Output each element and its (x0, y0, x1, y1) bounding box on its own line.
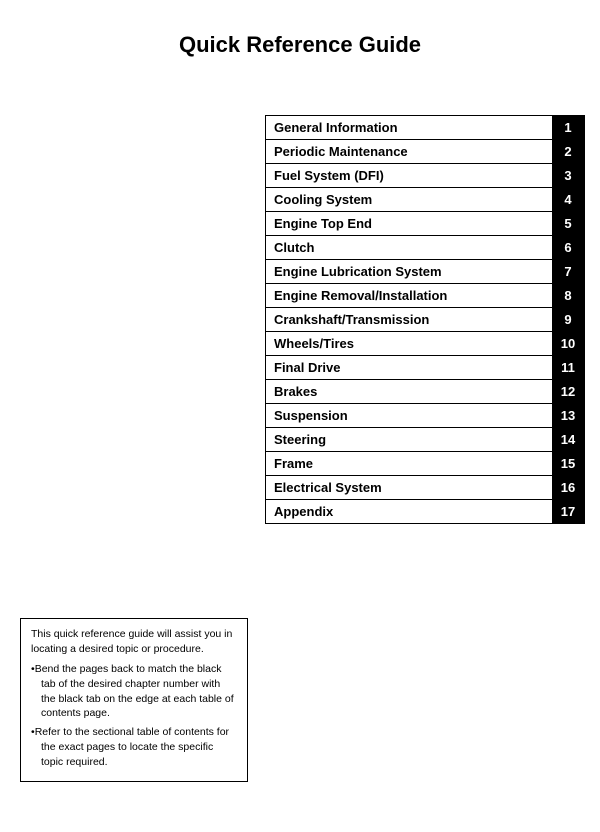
toc-label: Engine Removal/Installation (266, 284, 552, 307)
toc-number: 8 (552, 284, 584, 307)
toc-label: Fuel System (DFI) (266, 164, 552, 187)
toc-row[interactable]: Appendix17 (265, 499, 585, 524)
toc-number: 1 (552, 116, 584, 139)
toc-label: Engine Top End (266, 212, 552, 235)
toc-row[interactable]: Fuel System (DFI)3 (265, 163, 585, 188)
toc-container: General Information1Periodic Maintenance… (265, 115, 585, 523)
toc-label: Appendix (266, 500, 552, 523)
toc-number: 16 (552, 476, 584, 499)
toc-label: General Information (266, 116, 552, 139)
toc-label: Wheels/Tires (266, 332, 552, 355)
toc-number: 13 (552, 404, 584, 427)
toc-row[interactable]: Engine Top End5 (265, 211, 585, 236)
toc-row[interactable]: Engine Removal/Installation8 (265, 283, 585, 308)
toc-label: Suspension (266, 404, 552, 427)
toc-row[interactable]: Brakes12 (265, 379, 585, 404)
toc-number: 7 (552, 260, 584, 283)
toc-number: 11 (552, 356, 584, 379)
toc-label: Clutch (266, 236, 552, 259)
note-bullet1: •Bend the pages back to match the black … (31, 662, 237, 721)
note-box: This quick reference guide will assist y… (20, 618, 248, 782)
toc-label: Cooling System (266, 188, 552, 211)
toc-label: Crankshaft/Transmission (266, 308, 552, 331)
toc-number: 15 (552, 452, 584, 475)
toc-number: 2 (552, 140, 584, 163)
toc-row[interactable]: Final Drive11 (265, 355, 585, 380)
toc-label: Electrical System (266, 476, 552, 499)
toc-number: 9 (552, 308, 584, 331)
toc-number: 12 (552, 380, 584, 403)
note-bullet2: •Refer to the sectional table of content… (31, 725, 237, 769)
toc-row[interactable]: Cooling System4 (265, 187, 585, 212)
toc-number: 17 (552, 500, 584, 523)
note-intro: This quick reference guide will assist y… (31, 627, 237, 656)
toc-label: Periodic Maintenance (266, 140, 552, 163)
toc-row[interactable]: Periodic Maintenance2 (265, 139, 585, 164)
toc-number: 3 (552, 164, 584, 187)
toc-number: 10 (552, 332, 584, 355)
toc-row[interactable]: Frame15 (265, 451, 585, 476)
toc-number: 4 (552, 188, 584, 211)
toc-row[interactable]: Electrical System16 (265, 475, 585, 500)
toc-row[interactable]: Clutch6 (265, 235, 585, 260)
toc-row[interactable]: Crankshaft/Transmission9 (265, 307, 585, 332)
toc-label: Engine Lubrication System (266, 260, 552, 283)
page-title: Quick Reference Guide (0, 0, 600, 78)
toc-row[interactable]: Engine Lubrication System7 (265, 259, 585, 284)
toc-number: 6 (552, 236, 584, 259)
toc-row[interactable]: Wheels/Tires10 (265, 331, 585, 356)
toc-row[interactable]: General Information1 (265, 115, 585, 140)
toc-row[interactable]: Suspension13 (265, 403, 585, 428)
toc-label: Final Drive (266, 356, 552, 379)
toc-label: Brakes (266, 380, 552, 403)
toc-row[interactable]: Steering14 (265, 427, 585, 452)
toc-number: 14 (552, 428, 584, 451)
toc-label: Frame (266, 452, 552, 475)
toc-label: Steering (266, 428, 552, 451)
toc-number: 5 (552, 212, 584, 235)
